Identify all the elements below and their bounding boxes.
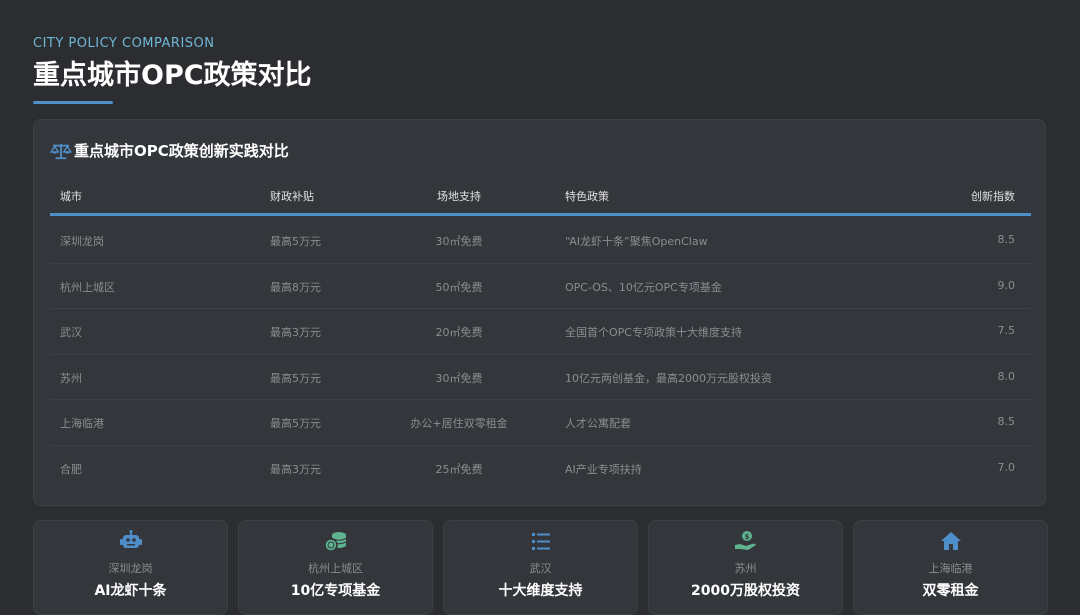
card-city: 苏州 bbox=[734, 562, 757, 575]
cell-index: 8.5 bbox=[997, 415, 1016, 428]
panel-title: 重点城市OPC政策创新实践对比 bbox=[74, 142, 289, 160]
table-body: 深圳龙岗 最高5万元 30㎡免费 “AI龙虾十条”聚焦OpenClaw 8.5 … bbox=[50, 218, 1031, 491]
scale-icon bbox=[50, 143, 72, 159]
home-icon bbox=[940, 532, 961, 550]
cell-subsidy: 最高3万元 bbox=[270, 462, 321, 476]
cell-city: 上海临港 bbox=[60, 417, 104, 430]
card-city: 上海临港 bbox=[928, 562, 973, 575]
cell-policy: “AI龙虾十条”聚焦OpenClaw bbox=[565, 235, 708, 248]
table-row: 杭州上城区 最高8万元 50㎡免费 OPC-OS、10亿元OPC专项基金 9.0 bbox=[50, 264, 1031, 309]
highlight-card: 武汉 十大维度支持 bbox=[443, 520, 638, 615]
cell-venue: 30㎡免费 bbox=[435, 235, 483, 248]
column-header-venue: 场地支持 bbox=[437, 190, 481, 203]
column-header-index: 创新指数 bbox=[971, 190, 1015, 203]
highlight-card: 杭州上城区 10亿专项基金 bbox=[238, 520, 433, 615]
cell-index: 9.0 bbox=[997, 278, 1016, 292]
cell-subsidy: 最高3万元 bbox=[270, 326, 321, 339]
card-label: 2000万股权投资 bbox=[691, 583, 800, 599]
cell-venue: 25㎡免费 bbox=[435, 462, 483, 476]
cell-index: 8.5 bbox=[997, 233, 1016, 246]
cell-policy: AI产业专项扶持 bbox=[565, 462, 642, 476]
cell-index: 7.5 bbox=[997, 324, 1016, 337]
cell-city: 武汉 bbox=[60, 326, 82, 339]
page-title: 重点城市OPC政策对比 bbox=[33, 60, 312, 91]
list-icon bbox=[531, 533, 550, 550]
card-label: AI龙虾十条 bbox=[94, 583, 167, 599]
card-city: 武汉 bbox=[529, 562, 552, 575]
highlight-cards: 深圳龙岗 AI龙虾十条 杭州上城区 10亿专项基金 武汉 十大维度支持 $ 苏州… bbox=[33, 520, 1048, 615]
cell-index: 7.0 bbox=[997, 460, 1016, 474]
card-city: 杭州上城区 bbox=[308, 562, 363, 575]
cell-policy: 10亿元两创基金，最高2000万元股权投资 bbox=[565, 371, 772, 385]
hand-money-icon: $ bbox=[734, 531, 756, 550]
highlight-card: 上海临港 双零租金 bbox=[853, 520, 1048, 615]
cell-policy: 全国首个OPC专项政策十大维度支持 bbox=[565, 326, 742, 339]
title-underline bbox=[33, 101, 113, 104]
cell-city: 苏州 bbox=[60, 371, 82, 385]
svg-text:$: $ bbox=[744, 533, 749, 541]
table-row: 深圳龙岗 最高5万元 30㎡免费 “AI龙虾十条”聚焦OpenClaw 8.5 bbox=[50, 218, 1031, 264]
column-header-city: 城市 bbox=[60, 190, 82, 203]
table-row: 上海临港 最高5万元 办公+居住双零租金 人才公寓配套 8.5 bbox=[50, 400, 1031, 446]
card-label: 双零租金 bbox=[922, 583, 979, 599]
cell-venue: 50㎡免费 bbox=[435, 280, 483, 294]
highlight-card: 深圳龙岗 AI龙虾十条 bbox=[33, 520, 228, 615]
card-label: 十大维度支持 bbox=[498, 583, 583, 599]
cell-subsidy: 最高5万元 bbox=[270, 235, 321, 248]
cell-venue: 30㎡免费 bbox=[435, 371, 483, 385]
column-header-policy: 特色政策 bbox=[565, 190, 609, 203]
highlight-card: $ 苏州 2000万股权投资 bbox=[648, 520, 843, 615]
eyebrow-label: CITY POLICY COMPARISON bbox=[33, 36, 215, 51]
cell-city: 合肥 bbox=[60, 462, 82, 476]
table-row: 苏州 最高5万元 30㎡免费 10亿元两创基金，最高2000万元股权投资 8.0 bbox=[50, 355, 1031, 400]
cell-index: 8.0 bbox=[997, 369, 1016, 383]
column-header-subsidy: 财政补贴 bbox=[270, 190, 314, 203]
cell-venue: 20㎡免费 bbox=[435, 326, 483, 339]
cell-subsidy: 最高5万元 bbox=[270, 417, 321, 430]
comparison-panel: 重点城市OPC政策创新实践对比 城市 财政补贴 场地支持 特色政策 创新指数 深… bbox=[33, 119, 1046, 506]
cell-policy: OPC-OS、10亿元OPC专项基金 bbox=[565, 280, 722, 294]
table-header: 城市 财政补贴 场地支持 特色政策 创新指数 bbox=[50, 178, 1031, 216]
robot-icon bbox=[119, 530, 142, 548]
cell-policy: 人才公寓配套 bbox=[565, 417, 631, 430]
card-label: 10亿专项基金 bbox=[290, 583, 381, 599]
coins-icon bbox=[323, 532, 346, 552]
panel-header: 重点城市OPC政策创新实践对比 bbox=[50, 140, 289, 161]
cell-city: 杭州上城区 bbox=[60, 280, 115, 294]
card-city: 深圳龙岗 bbox=[108, 562, 153, 575]
table-row: 合肥 最高3万元 25㎡免费 AI产业专项扶持 7.0 bbox=[50, 446, 1031, 492]
cell-subsidy: 最高8万元 bbox=[270, 280, 321, 294]
cell-subsidy: 最高5万元 bbox=[270, 371, 321, 385]
table-row: 武汉 最高3万元 20㎡免费 全国首个OPC专项政策十大维度支持 7.5 bbox=[50, 309, 1031, 355]
cell-venue: 办公+居住双零租金 bbox=[410, 417, 508, 430]
cell-city: 深圳龙岗 bbox=[60, 235, 104, 248]
